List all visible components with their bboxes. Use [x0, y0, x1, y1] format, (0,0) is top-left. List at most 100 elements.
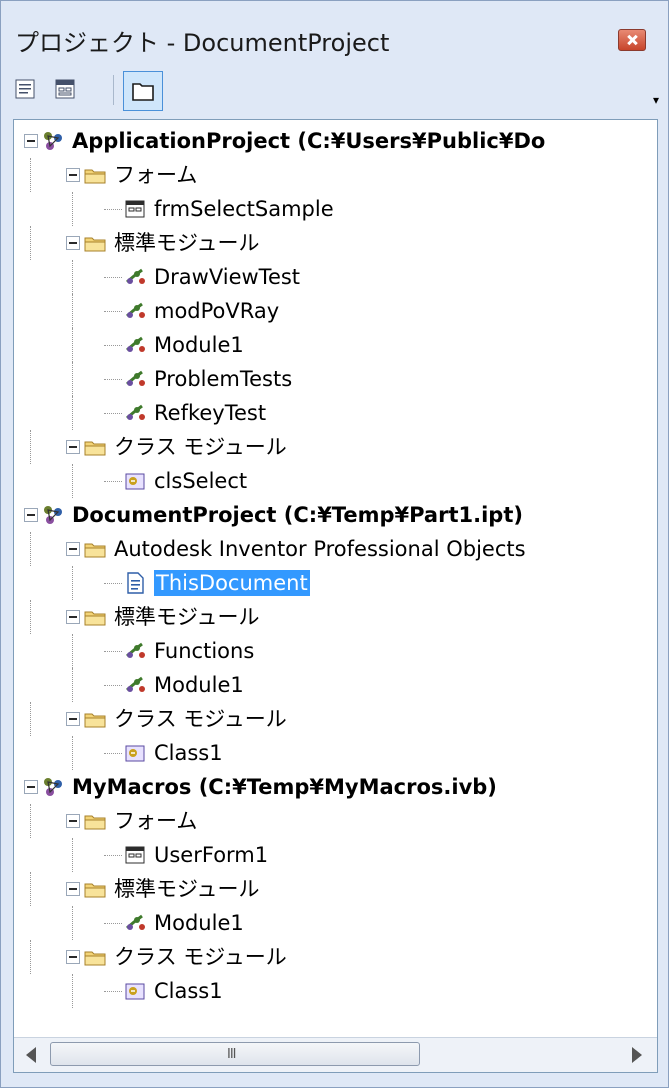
- tree-item-label[interactable]: Class1: [154, 978, 223, 1004]
- tree-folder-row[interactable]: 標準モジュール: [14, 226, 657, 260]
- tree-item-row[interactable]: DrawViewTest: [14, 260, 657, 294]
- tree-item-label[interactable]: Class1: [154, 740, 223, 766]
- tree-item-row[interactable]: ProblemTests: [14, 362, 657, 396]
- tree-item-label[interactable]: UserForm1: [154, 842, 268, 868]
- horizontal-scrollbar[interactable]: III: [14, 1037, 657, 1072]
- toolbar-separator: [113, 75, 114, 105]
- tree-connector: [104, 583, 122, 584]
- toolbar: ▾: [13, 71, 659, 111]
- tree-item-label[interactable]: MyMacros (C:¥Temp¥MyMacros.ivb): [72, 774, 497, 800]
- tree-connector: [72, 668, 73, 702]
- tree-item-label[interactable]: クラス モジュール: [114, 706, 287, 732]
- collapse-toggle-icon[interactable]: [66, 542, 80, 556]
- tree-item-row[interactable]: Class1: [14, 974, 657, 1008]
- project-tree[interactable]: ApplicationProject (C:¥Users¥Public¥Do フォ…: [13, 119, 658, 1073]
- tree-item-row[interactable]: ThisDocument: [14, 566, 657, 600]
- collapse-toggle-icon[interactable]: [66, 236, 80, 250]
- tree-folder-row[interactable]: クラス モジュール: [14, 702, 657, 736]
- tree-connector: [104, 481, 122, 482]
- tree-connector: [30, 940, 31, 974]
- tree-item-label[interactable]: Module1: [154, 910, 244, 936]
- collapse-toggle-icon[interactable]: [66, 712, 80, 726]
- tree-connector: [104, 753, 122, 754]
- tree-connector: [30, 158, 31, 192]
- tree-item-label[interactable]: DocumentProject (C:¥Temp¥Part1.ipt): [72, 502, 523, 528]
- tree-item-row[interactable]: modPoVRay: [14, 294, 657, 328]
- toggle-folders-button[interactable]: [123, 71, 163, 111]
- tree-item-label[interactable]: Autodesk Inventor Professional Objects: [114, 536, 526, 562]
- tree-item-label[interactable]: ProblemTests: [154, 366, 292, 392]
- scroll-right-arrow-icon[interactable]: [632, 1047, 642, 1063]
- tree-item-row[interactable]: clsSelect: [14, 464, 657, 498]
- scroll-thumb[interactable]: III: [50, 1042, 420, 1066]
- tree-connector: [72, 634, 73, 668]
- class-module-icon: [122, 468, 148, 494]
- form-icon: [122, 196, 148, 222]
- tree-connector: [72, 566, 73, 600]
- tree-item-row[interactable]: UserForm1: [14, 838, 657, 872]
- tree-item-label[interactable]: RefkeyTest: [154, 400, 266, 426]
- tree-item-row[interactable]: Functions: [14, 634, 657, 668]
- tree-connector: [30, 702, 31, 736]
- tree-item-label[interactable]: Module1: [154, 672, 244, 698]
- collapse-toggle-icon[interactable]: [24, 780, 38, 794]
- project-explorer-window: プロジェクト - DocumentProject ▾ ApplicationPr…: [0, 0, 669, 1088]
- toolbar-dropdown-icon[interactable]: ▾: [653, 93, 659, 107]
- tree-item-label[interactable]: Module1: [154, 332, 244, 358]
- tree-item-row[interactable]: Class1: [14, 736, 657, 770]
- tree-connector: [104, 923, 122, 924]
- collapse-toggle-icon[interactable]: [66, 882, 80, 896]
- tree-folder-row[interactable]: 標準モジュール: [14, 600, 657, 634]
- tree-item-label[interactable]: modPoVRay: [154, 298, 279, 324]
- project-icon: [40, 502, 66, 528]
- tree-connector: [104, 855, 122, 856]
- tree-item-label[interactable]: DrawViewTest: [154, 264, 300, 290]
- collapse-toggle-icon[interactable]: [66, 814, 80, 828]
- collapse-toggle-icon[interactable]: [24, 508, 38, 522]
- tree-folder-row[interactable]: Autodesk Inventor Professional Objects: [14, 532, 657, 566]
- folder-icon: [82, 876, 108, 902]
- scroll-left-arrow-icon[interactable]: [26, 1047, 36, 1063]
- module-icon: [122, 400, 148, 426]
- tree-folder-row[interactable]: クラス モジュール: [14, 430, 657, 464]
- tree-item-row[interactable]: RefkeyTest: [14, 396, 657, 430]
- tree-folder-row[interactable]: フォーム: [14, 158, 657, 192]
- tree-item-label[interactable]: clsSelect: [154, 468, 247, 494]
- tree-item-label[interactable]: ThisDocument: [154, 570, 310, 596]
- view-code-button[interactable]: [13, 77, 37, 101]
- folder-icon: [82, 434, 108, 460]
- title-bar[interactable]: プロジェクト - DocumentProject: [1, 1, 668, 57]
- tree-item-row[interactable]: frmSelectSample: [14, 192, 657, 226]
- tree-item-label[interactable]: クラス モジュール: [114, 434, 287, 460]
- tree-project-row[interactable]: ApplicationProject (C:¥Users¥Public¥Do: [14, 124, 657, 158]
- collapse-toggle-icon[interactable]: [66, 440, 80, 454]
- tree-connector: [72, 974, 73, 1008]
- collapse-toggle-icon[interactable]: [66, 168, 80, 182]
- tree-item-label[interactable]: 標準モジュール: [114, 876, 260, 902]
- tree-item-row[interactable]: Module1: [14, 668, 657, 702]
- tree-folder-row[interactable]: クラス モジュール: [14, 940, 657, 974]
- tree-item-label[interactable]: 標準モジュール: [114, 604, 260, 630]
- tree-item-label[interactable]: 標準モジュール: [114, 230, 260, 256]
- tree-item-label[interactable]: フォーム: [114, 162, 197, 188]
- tree-connector: [72, 906, 73, 940]
- tree-item-row[interactable]: Module1: [14, 906, 657, 940]
- close-button[interactable]: [618, 29, 646, 51]
- collapse-toggle-icon[interactable]: [24, 134, 38, 148]
- tree-project-row[interactable]: DocumentProject (C:¥Temp¥Part1.ipt): [14, 498, 657, 532]
- module-icon: [122, 366, 148, 392]
- collapse-toggle-icon[interactable]: [66, 950, 80, 964]
- tree-folder-row[interactable]: フォーム: [14, 804, 657, 838]
- tree-item-label[interactable]: フォーム: [114, 808, 197, 834]
- tree-folder-row[interactable]: 標準モジュール: [14, 872, 657, 906]
- tree-item-row[interactable]: Module1: [14, 328, 657, 362]
- collapse-toggle-icon[interactable]: [66, 610, 80, 624]
- tree-item-label[interactable]: Functions: [154, 638, 254, 664]
- view-object-button[interactable]: [53, 77, 77, 101]
- tree-item-label[interactable]: クラス モジュール: [114, 944, 287, 970]
- tree-item-label[interactable]: ApplicationProject (C:¥Users¥Public¥Do: [72, 128, 545, 154]
- tree-connector: [72, 328, 73, 362]
- tree-project-row[interactable]: MyMacros (C:¥Temp¥MyMacros.ivb): [14, 770, 657, 804]
- folder-icon: [82, 808, 108, 834]
- tree-item-label[interactable]: frmSelectSample: [154, 196, 334, 222]
